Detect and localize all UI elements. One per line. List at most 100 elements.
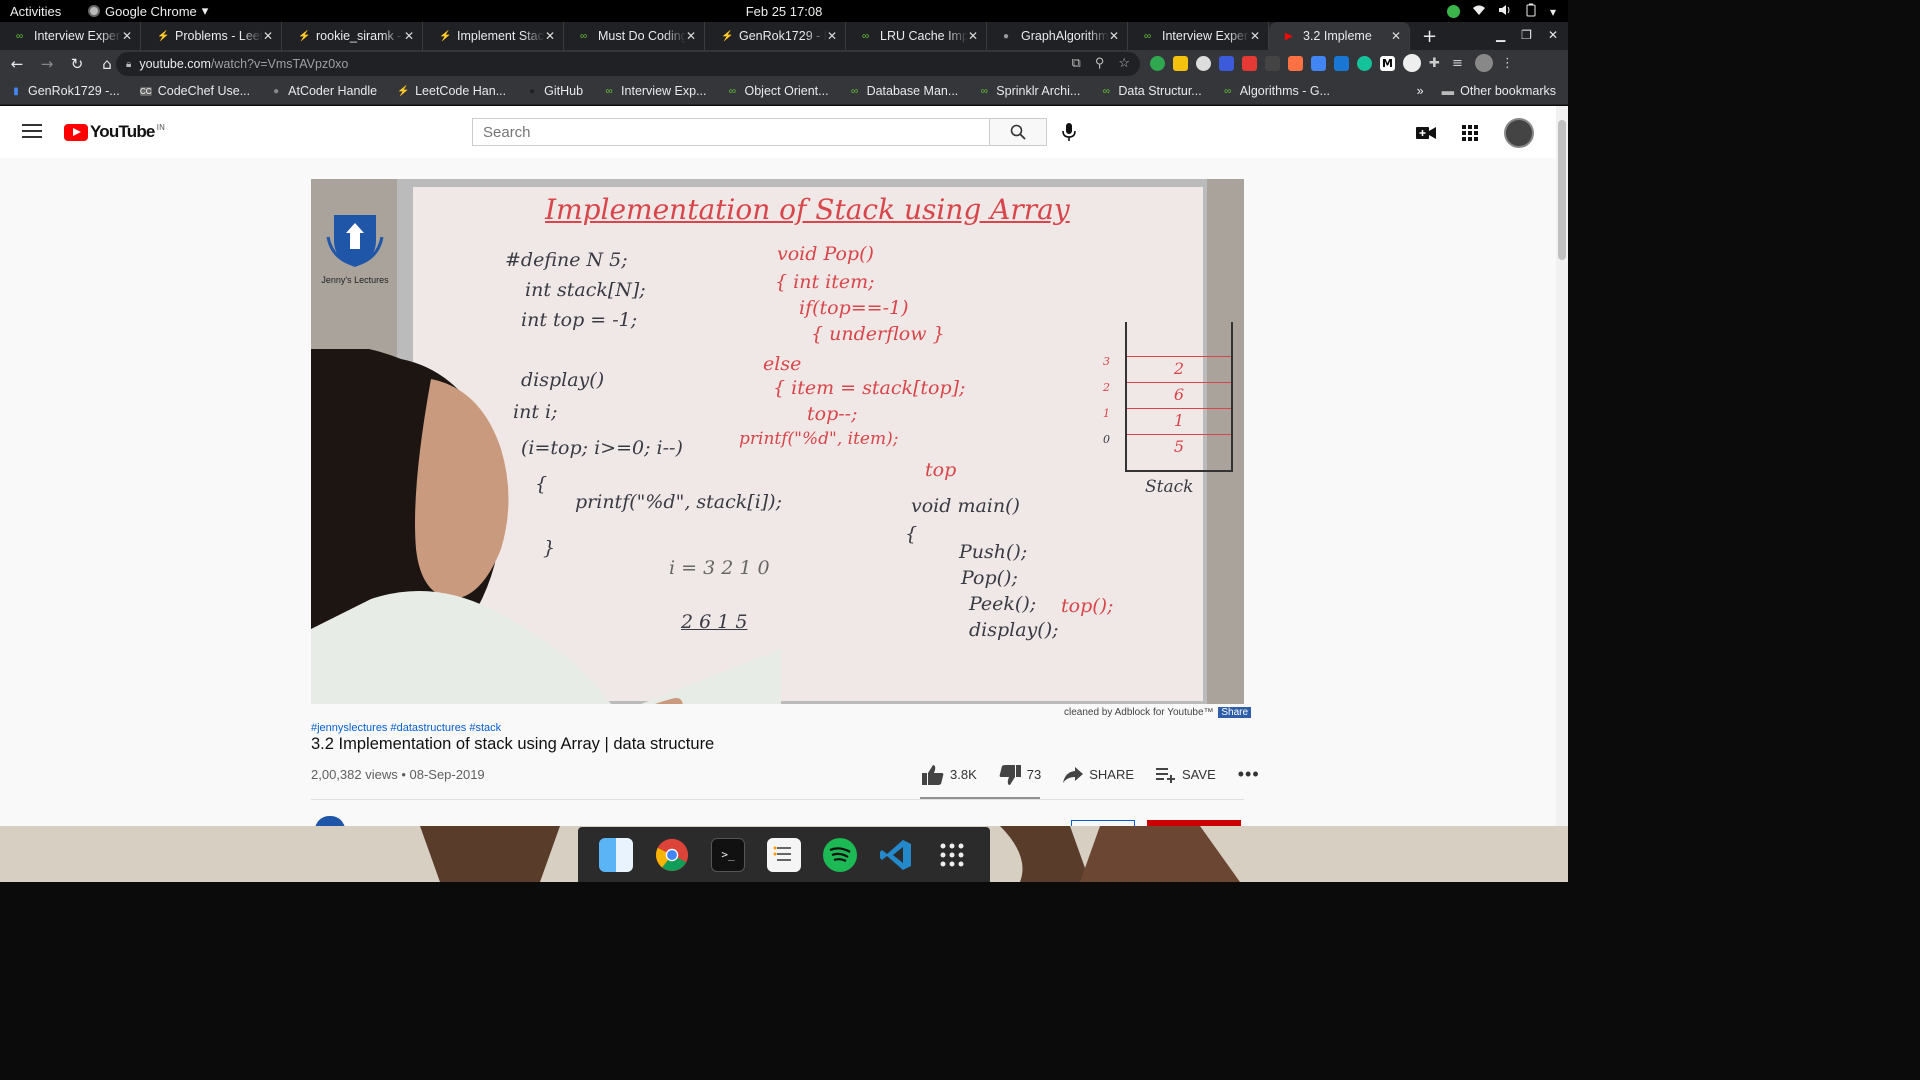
forward-icon[interactable]: → — [34, 55, 60, 73]
close-icon[interactable]: ✕ — [404, 29, 414, 43]
minimize-icon[interactable]: ▁ — [1496, 28, 1505, 42]
clock[interactable]: Feb 25 17:08 — [0, 4, 1568, 19]
tab-2[interactable]: ⚡ rookie_siramk - ✕ — [282, 22, 423, 50]
bookmark-item[interactable]: ∞ Data Structur... — [1100, 84, 1202, 98]
status-check-icon[interactable] — [1446, 5, 1460, 18]
bookmark-item[interactable]: ∞ Object Orient... — [727, 84, 829, 98]
tab-0[interactable]: ∞ Interview Exper ✕ — [0, 22, 141, 50]
circle-extension-icon[interactable] — [1196, 55, 1211, 71]
highlighter-extension-icon[interactable] — [1173, 55, 1188, 71]
search-button[interactable] — [989, 118, 1047, 146]
queue-icon[interactable]: ≡ — [1452, 56, 1467, 71]
bookmarks-overflow-button[interactable]: » — [1417, 84, 1424, 98]
close-icon[interactable]: ✕ — [686, 29, 696, 43]
app-menu[interactable]: Google Chrome ▾ — [88, 3, 208, 19]
tab-9-active[interactable]: ▶ 3.2 Impleme ✕ — [1269, 22, 1410, 50]
close-icon[interactable]: ✕ — [122, 29, 132, 43]
tab-8[interactable]: ∞ Interview Exper ✕ — [1128, 22, 1269, 50]
puzzle-extension-icon[interactable]: ✚ — [1429, 56, 1444, 71]
app-grid-icon[interactable] — [935, 838, 969, 872]
avatar[interactable] — [1504, 118, 1534, 148]
kebab-menu-icon[interactable]: ⋮ — [1501, 56, 1516, 71]
thumbs-down-icon — [999, 764, 1021, 785]
tab-5[interactable]: ⚡ GenRok1729 - L ✕ — [705, 22, 846, 50]
close-icon[interactable]: ✕ — [1109, 29, 1119, 43]
video-player[interactable]: Implementation of Stack using Array #def… — [311, 179, 1244, 704]
reload-icon[interactable]: ↻ — [64, 55, 90, 73]
tab-1[interactable]: ⚡ Problems - Leet ✕ — [141, 22, 282, 50]
create-video-icon[interactable] — [1416, 126, 1436, 140]
tab-3[interactable]: ⚡ Implement Stac ✕ — [423, 22, 564, 50]
bookmark-item[interactable]: ∞ Interview Exp... — [603, 84, 706, 98]
volume-icon[interactable] — [1498, 4, 1512, 19]
menu-icon[interactable] — [22, 124, 42, 138]
zoom-icon[interactable]: ⚲ — [1095, 55, 1105, 71]
vscode-icon[interactable] — [879, 838, 913, 872]
like-button[interactable]: 3.8K — [922, 764, 977, 785]
evernote-extension-icon[interactable] — [1150, 55, 1165, 71]
like-count: 3.8K — [950, 767, 977, 782]
close-icon[interactable]: ✕ — [827, 29, 837, 43]
window-close-icon[interactable]: ✕ — [1548, 28, 1558, 42]
close-icon[interactable]: ✕ — [1250, 29, 1260, 43]
screenshot-extension-icon[interactable] — [1334, 55, 1349, 71]
bookmark-item[interactable]: ⚡ LeetCode Han... — [397, 84, 506, 98]
bar-chart-icon: ▮ — [13, 85, 19, 97]
video-hashtags[interactable]: #jennyslectures #datastructures #stack — [311, 722, 501, 734]
maximize-icon[interactable]: ❐ — [1521, 28, 1532, 42]
chrome-icon[interactable] — [655, 838, 689, 872]
close-icon[interactable]: ✕ — [1391, 29, 1401, 43]
share-button[interactable]: SHARE — [1063, 766, 1134, 783]
scrollbar-thumb[interactable] — [1558, 120, 1566, 260]
search-input[interactable] — [472, 118, 990, 146]
youtube-extension-icon[interactable] — [1242, 55, 1257, 71]
chart-extension-icon[interactable] — [1288, 55, 1303, 71]
microphone-icon[interactable] — [1058, 121, 1080, 143]
bookmark-item[interactable]: ● AtCoder Handle — [270, 84, 377, 98]
page-scrollbar[interactable] — [1556, 106, 1568, 826]
grammarly-extension-icon[interactable] — [1357, 55, 1372, 71]
profile-avatar[interactable] — [1475, 54, 1493, 72]
other-bookmarks[interactable]: ▬ Other bookmarks — [1442, 84, 1556, 98]
apps-grid-icon[interactable] — [1462, 125, 1478, 141]
stack-index: 3 — [1103, 355, 1110, 368]
terminal-icon[interactable]: >_ — [711, 837, 745, 872]
tab-7[interactable]: ● GraphAlgorithm ✕ — [987, 22, 1128, 50]
zoom-extension-icon[interactable] — [1219, 55, 1234, 71]
youtube-logo[interactable]: YouTube IN — [64, 122, 165, 142]
close-icon[interactable]: ✕ — [545, 29, 555, 43]
system-tray[interactable]: ▾ — [1446, 3, 1556, 20]
new-tab-button[interactable]: + — [1422, 22, 1437, 50]
m-extension-icon[interactable]: M — [1380, 55, 1395, 71]
close-icon[interactable]: ✕ — [263, 29, 273, 43]
atcoder-icon: ● — [273, 85, 280, 97]
wifi-icon[interactable] — [1472, 4, 1486, 19]
lock-icon[interactable]: 🔒︎ — [126, 59, 131, 70]
save-button[interactable]: SAVE — [1156, 767, 1216, 783]
power-menu-chevron-icon[interactable]: ▾ — [1550, 5, 1556, 19]
brackets-extension-icon[interactable] — [1265, 55, 1280, 71]
activities-button[interactable]: Activities — [10, 4, 80, 19]
battery-icon[interactable] — [1524, 3, 1538, 20]
bookmark-item[interactable]: CC CodeChef Use... — [139, 84, 250, 98]
bookmark-item[interactable]: ● GitHub — [526, 84, 583, 98]
more-actions-button[interactable]: ••• — [1238, 764, 1260, 785]
open-in-app-icon[interactable]: ⧉ — [1072, 55, 1081, 71]
incognito-extension-icon[interactable] — [1403, 54, 1421, 72]
tab-6[interactable]: ∞ LRU Cache Impl ✕ — [846, 22, 987, 50]
spotify-icon[interactable] — [823, 837, 857, 872]
dislike-button[interactable]: 73 — [999, 764, 1041, 785]
address-bar[interactable]: 🔒︎ youtube.com/watch?v=VmsTAVpz0xo ⧉ ⚲ ☆ — [116, 52, 1140, 76]
translate-extension-icon[interactable] — [1311, 55, 1326, 71]
bookmark-item[interactable]: ∞ Sprinklr Archi... — [978, 84, 1081, 98]
back-icon[interactable]: ← — [4, 55, 30, 73]
close-icon[interactable]: ✕ — [968, 29, 978, 43]
bookmark-star-icon[interactable]: ☆ — [1118, 55, 1130, 71]
tab-4[interactable]: ∞ Must Do Coding ✕ — [564, 22, 705, 50]
finder-icon[interactable] — [599, 837, 633, 872]
bookmark-item[interactable]: ▮ GenRok1729 -... — [10, 84, 119, 98]
bookmark-item[interactable]: ∞ Algorithms - G... — [1222, 84, 1330, 98]
adblock-share-button[interactable]: Share — [1218, 707, 1252, 718]
bookmark-item[interactable]: ∞ Database Man... — [849, 84, 958, 98]
notes-icon[interactable] — [767, 837, 801, 872]
